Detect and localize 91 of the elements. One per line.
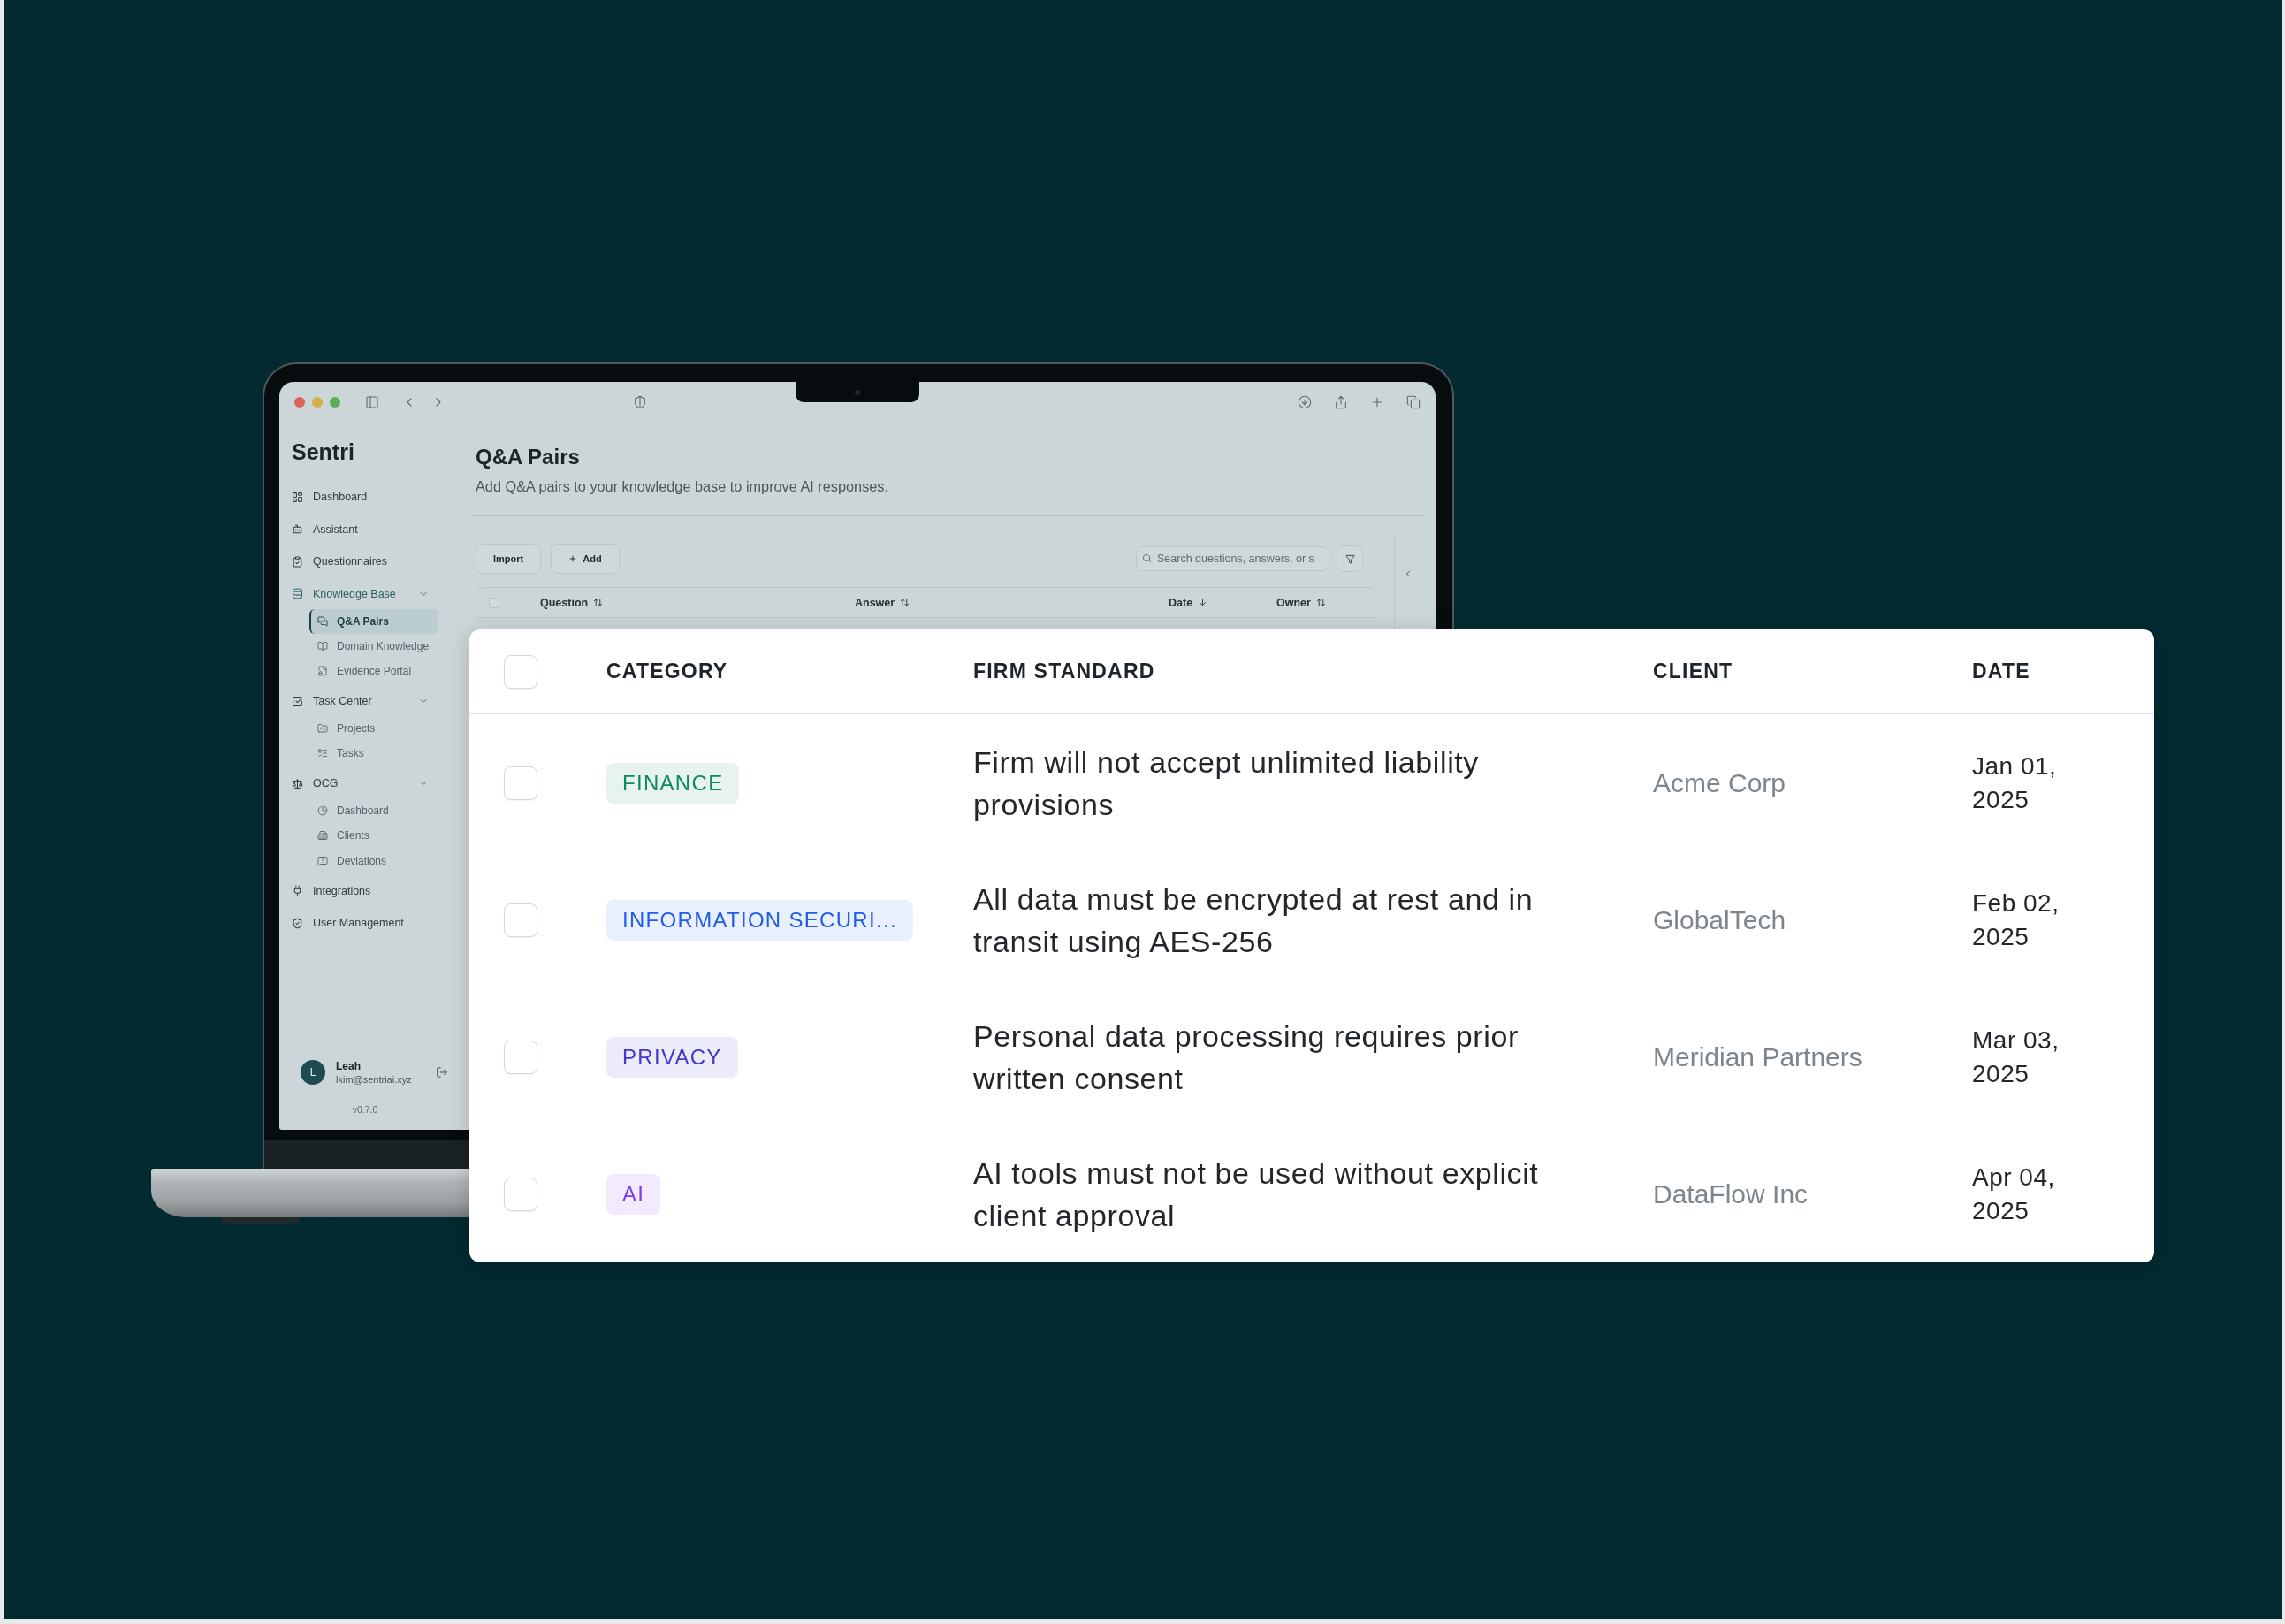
column-header[interactable]: Owner: [1276, 596, 1326, 609]
user-email: lkim@sentriai.xyz: [336, 1072, 412, 1086]
sidebar-item[interactable]: Integrations: [292, 874, 438, 907]
window-control-icon[interactable]: [294, 397, 305, 408]
column-header: DATE: [1972, 660, 2030, 683]
download-icon[interactable]: [1298, 395, 1312, 409]
window-control-icon[interactable]: [312, 397, 323, 408]
row-checkbox[interactable]: [504, 1177, 537, 1211]
checkbox[interactable]: [489, 597, 499, 608]
client-name: DataFlow Inc: [1653, 1178, 1809, 1209]
column-header[interactable]: Answer: [855, 596, 910, 609]
row-checkbox[interactable]: [504, 766, 537, 800]
logout-icon[interactable]: [436, 1066, 448, 1079]
database-icon: [292, 588, 303, 600]
folder-icon: [317, 723, 328, 735]
standard-text: All data must be encrypted at rest and in transit using AES-256: [973, 881, 1535, 960]
share-icon[interactable]: [1334, 395, 1348, 409]
date-text: Apr 04, 2025: [1972, 1162, 2056, 1226]
open-book-icon: [317, 640, 328, 652]
sidebar-subitem[interactable]: Deviations: [309, 848, 438, 873]
sidebar-item[interactable]: Questionnaires: [292, 545, 438, 578]
shield-check-icon: [292, 917, 303, 929]
robot-icon: [292, 523, 303, 536]
plus-icon: [568, 554, 578, 563]
dashboard-grid-icon: [292, 491, 303, 503]
date-text: Jan 01, 2025: [1972, 751, 2058, 815]
sidebar-item[interactable]: Dashboard: [292, 481, 438, 514]
category-tag: FINANCE: [606, 762, 740, 804]
date-text: Mar 03, 2025: [1972, 1025, 2060, 1089]
column-header[interactable]: Date: [1169, 596, 1208, 609]
standard-text: Firm will not accept unlimited liability provisions: [973, 743, 1480, 823]
checklist-icon: [317, 748, 328, 759]
column-header: CATEGORY: [606, 660, 728, 683]
sort-arrows-icon[interactable]: [900, 598, 910, 607]
sort-arrows-icon[interactable]: [593, 598, 604, 607]
sidebar-subitem[interactable]: Q&A Pairs: [309, 608, 438, 634]
brand-name: Sentri: [292, 438, 355, 466]
file-lock-icon: [317, 666, 328, 677]
plug-icon: [292, 885, 303, 897]
client-name: GlobalTech: [1653, 904, 1786, 935]
sidebar-item[interactable]: Assistant: [292, 513, 438, 545]
sidebar-subitem[interactable]: Tasks: [309, 741, 438, 766]
search-field[interactable]: Search questions, answers, or s: [1136, 546, 1329, 571]
checked-square-icon: [292, 695, 303, 707]
camera-lens-icon: [855, 389, 860, 395]
filter-button[interactable]: [1337, 545, 1363, 572]
filter-icon: [1344, 553, 1355, 564]
window-control-icon[interactable]: [330, 397, 340, 408]
date-text: Feb 02, 2025: [1972, 888, 2060, 952]
sidebar-item[interactable]: User Management: [292, 906, 438, 940]
sidebar-item[interactable]: Knowledge Base: [292, 577, 438, 610]
standard-text: AI tools must not be used without explicit client approval: [973, 1155, 1540, 1234]
sidebar-subitem[interactable]: Clients: [309, 823, 438, 849]
category-tag: AI: [606, 1173, 661, 1215]
column-header: FIRM STANDARD: [973, 660, 1155, 683]
pie-chart-icon: [317, 805, 328, 817]
sort-arrows-icon[interactable]: [1315, 598, 1326, 607]
sidebar-item[interactable]: OCG: [292, 767, 438, 800]
chat-bubbles-icon: [317, 615, 328, 627]
version-label: v0.7.0: [351, 1103, 379, 1116]
arrow-down-icon[interactable]: [1198, 598, 1208, 607]
page-title: Q&A Pairs: [476, 444, 581, 470]
add-button[interactable]: Add: [551, 544, 620, 574]
checkbox[interactable]: [504, 654, 537, 689]
category-tag: INFORMATION SECURI...: [606, 899, 913, 941]
column-header: CLIENT: [1653, 660, 1733, 683]
overlapping-squares-icon[interactable]: [1406, 395, 1421, 409]
sidebar-toggle-icon[interactable]: [365, 395, 379, 409]
category-tag: PRIVACY: [606, 1036, 738, 1078]
client-name: Meridian Partners: [1653, 1041, 1862, 1072]
half-shield-icon[interactable]: [633, 395, 647, 409]
standard-text: Personal data processing requires prior written consent: [973, 1018, 1520, 1097]
building-icon: [317, 830, 328, 842]
search-icon: [1142, 553, 1152, 563]
user-name: Leah: [336, 1059, 362, 1073]
clipboard-check-icon: [292, 555, 303, 568]
sidebar-subitem[interactable]: Dashboard: [309, 798, 438, 824]
import-button[interactable]: Import: [476, 544, 542, 574]
client-name: Acme Corp: [1653, 767, 1786, 798]
page-subtitle: Add Q&A pairs to your knowledge base to improve AI responses.: [476, 478, 889, 495]
row-checkbox[interactable]: [504, 1040, 537, 1074]
plus-icon[interactable]: [1370, 395, 1384, 409]
column-header[interactable]: Question: [540, 596, 604, 609]
sidebar-subitem[interactable]: Projects: [309, 715, 438, 742]
message-alert-icon: [317, 855, 328, 866]
sidebar-item[interactable]: Task Center: [292, 684, 438, 718]
sidebar-subitem[interactable]: Evidence Portal: [309, 659, 438, 684]
row-checkbox[interactable]: [504, 903, 537, 937]
scales-icon: [292, 777, 303, 789]
user-avatar: L: [301, 1060, 325, 1085]
sidebar-subitem[interactable]: Domain Knowledge: [309, 633, 438, 660]
